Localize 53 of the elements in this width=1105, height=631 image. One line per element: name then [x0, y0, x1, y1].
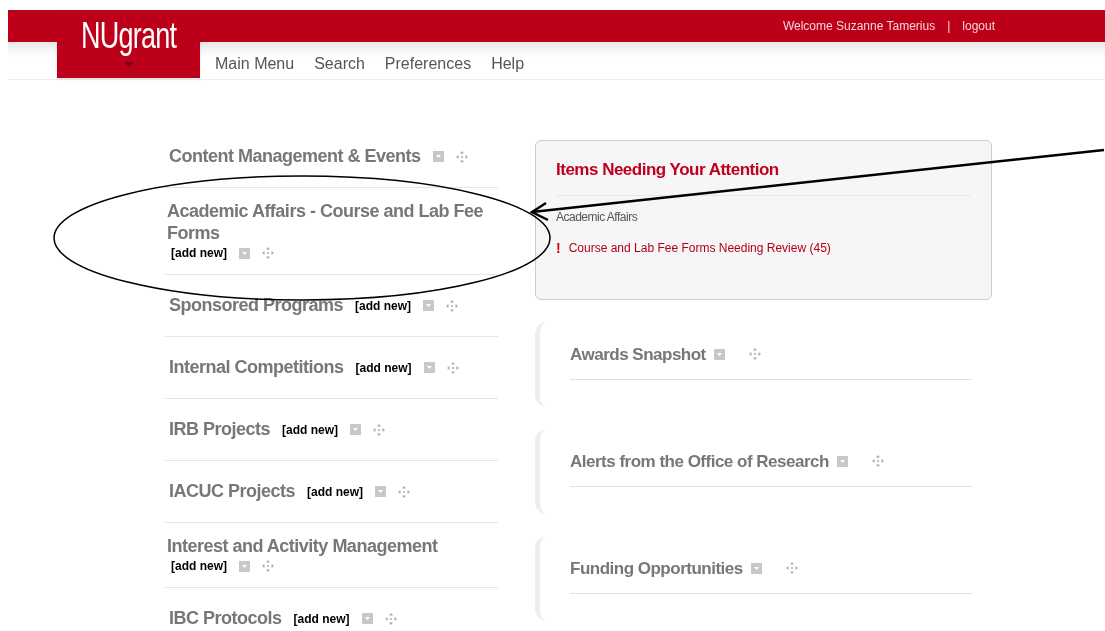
widget-title[interactable]: Academic Affairs - Course and Lab Fee Forms — [167, 200, 498, 244]
widget-title[interactable]: IBC Protocols — [169, 605, 282, 631]
panel-title: Items Needing Your Attention — [556, 157, 971, 196]
widget-title[interactable]: Funding Opportunities — [570, 555, 743, 581]
nav-link[interactable]: Preferences — [384, 51, 472, 76]
collapse-icon[interactable] — [375, 486, 387, 497]
alert-link[interactable]: Course and Lab Fee Forms Needing Review (45) — [568, 239, 831, 257]
add-new-link[interactable]: [add new] — [171, 557, 227, 575]
widget-title[interactable]: Internal Competitions — [169, 354, 344, 381]
widget-title[interactable]: Interest and Activity Management — [167, 535, 498, 557]
move-icon[interactable] — [785, 562, 798, 575]
collapse-icon[interactable] — [350, 424, 362, 435]
add-new-link[interactable]: [add new] — [171, 244, 227, 262]
widget-title[interactable]: Content Management & Events — [169, 143, 421, 170]
logo-tab[interactable]: NUgrant — [57, 10, 200, 78]
move-icon[interactable] — [398, 485, 411, 498]
move-icon[interactable] — [384, 612, 397, 625]
collapse-icon[interactable] — [836, 455, 848, 467]
nav-link[interactable]: Search — [314, 51, 365, 76]
collapse-icon[interactable] — [423, 362, 435, 373]
welcome-text: Welcome Suzanne Tamerius — [782, 18, 936, 35]
add-new-link[interactable]: [add new] — [307, 482, 364, 501]
move-icon[interactable] — [455, 150, 468, 163]
collapse-icon[interactable] — [239, 247, 250, 259]
alert-mark: ! — [556, 238, 561, 258]
move-icon[interactable] — [373, 423, 386, 436]
collapse-icon[interactable] — [713, 348, 725, 360]
move-icon[interactable] — [748, 348, 761, 361]
widget-title[interactable]: Alerts from the Office of Research — [570, 448, 829, 474]
widget-title[interactable]: Awards Snapshot — [570, 341, 706, 367]
caret-icon — [123, 62, 134, 67]
collapse-icon[interactable] — [239, 560, 250, 572]
collapse-icon[interactable] — [423, 300, 435, 311]
collapse-icon[interactable] — [361, 613, 373, 624]
widget-title[interactable]: IRB Projects — [169, 416, 271, 443]
move-icon[interactable] — [262, 247, 274, 259]
move-icon[interactable] — [262, 560, 274, 572]
move-icon[interactable] — [446, 361, 459, 374]
section-label: Academic Affairs — [556, 208, 639, 226]
logout-link[interactable]: logout — [962, 17, 995, 35]
collapse-icon[interactable] — [750, 562, 762, 574]
widget-title[interactable]: IACUC Projects — [169, 478, 296, 505]
add-new-link[interactable]: [add new] — [355, 296, 412, 315]
move-icon[interactable] — [446, 299, 459, 312]
nav-link[interactable]: Main Menu — [215, 51, 295, 76]
add-new-link[interactable]: [add new] — [355, 358, 412, 377]
add-new-link[interactable]: [add new] — [293, 609, 350, 628]
move-icon[interactable] — [871, 455, 884, 468]
widget-title[interactable]: Sponsored Programs — [169, 292, 344, 319]
collapse-icon[interactable] — [432, 151, 444, 162]
nav-link[interactable]: Help — [491, 51, 525, 76]
separator: | — [947, 18, 951, 35]
add-new-link[interactable]: [add new] — [282, 420, 339, 439]
